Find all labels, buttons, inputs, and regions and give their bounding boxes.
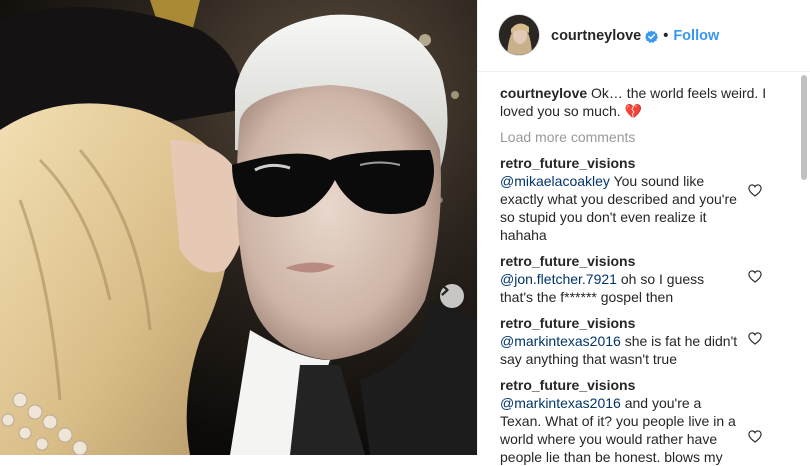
heart-icon[interactable] xyxy=(748,183,762,197)
author-username[interactable]: courtneylove xyxy=(551,28,641,44)
load-more-comments-button[interactable]: Load more comments xyxy=(500,128,635,146)
heart-icon[interactable] xyxy=(748,269,762,283)
comment-mention[interactable]: @markintexas2016 xyxy=(500,395,621,411)
comment-item: retro_future_visions @mikaelacoakley You… xyxy=(500,154,790,244)
post-photo[interactable] xyxy=(0,0,477,455)
comment-item: retro_future_visions @jon.fletcher.7921 … xyxy=(500,252,790,306)
comments-scrollbar[interactable] xyxy=(798,73,810,455)
comment-username[interactable]: retro_future_visions xyxy=(500,154,740,172)
post-header: courtneylove • Follow xyxy=(478,0,810,72)
comment-username[interactable]: retro_future_visions xyxy=(500,314,740,332)
comment-item: retro_future_visions @markintexas2016 an… xyxy=(500,376,790,466)
heart-icon[interactable] xyxy=(748,429,762,443)
separator-dot: • xyxy=(663,28,669,44)
avatar[interactable] xyxy=(499,15,539,55)
post-side-panel: courtneylove • Follow courtneylove Ok… t… xyxy=(477,0,810,465)
comment-username[interactable]: retro_future_visions xyxy=(500,376,740,394)
heart-icon[interactable] xyxy=(748,331,762,345)
next-image-button[interactable] xyxy=(440,284,464,308)
comment-mention[interactable]: @jon.fletcher.7921 xyxy=(500,271,617,287)
verified-badge-icon xyxy=(645,29,659,43)
scrollbar-thumb[interactable] xyxy=(801,75,807,180)
comment-item: retro_future_visions @markintexas2016 sh… xyxy=(500,314,790,368)
comment-mention[interactable]: @mikaelacoakley xyxy=(500,173,610,189)
photo-illustration xyxy=(0,0,477,455)
comment-mention[interactable]: @markintexas2016 xyxy=(500,333,621,349)
broken-heart-emoji: 💔 xyxy=(624,103,642,119)
follow-button[interactable]: Follow xyxy=(673,28,719,44)
comments-list: courtneylove Ok… the world feels weird. … xyxy=(500,84,790,466)
comment-username[interactable]: retro_future_visions xyxy=(500,252,740,270)
caption-username[interactable]: courtneylove xyxy=(500,85,587,101)
post-caption: courtneylove Ok… the world feels weird. … xyxy=(500,84,770,120)
